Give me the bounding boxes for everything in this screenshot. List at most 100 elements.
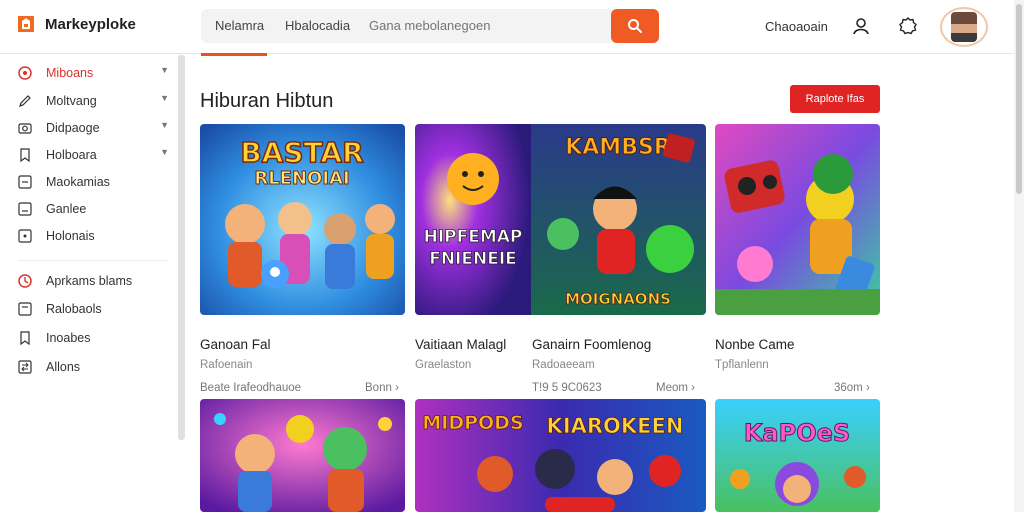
game-card[interactable]: KaPOeS — [715, 399, 880, 512]
sidebar-item-label: Maokamias — [46, 175, 110, 189]
game-card[interactable]: Nonbe Came Tpflanlenn 36om › — [715, 124, 880, 404]
game-card[interactable]: HIPFEMAP FNIENEIE KAMBSR MOIGNAONS Vaiti… — [415, 124, 706, 404]
game-thumbnail[interactable]: BASTAR RLENOIAI — [200, 124, 405, 315]
card-title[interactable]: Nonbe Came — [715, 337, 795, 352]
chevron-right-icon: › — [395, 382, 399, 394]
target-icon — [18, 66, 32, 80]
sidebar-item-3[interactable]: Didpaoge ▼ — [18, 117, 173, 139]
page-title: Hiburan Hibtun — [200, 90, 334, 112]
sidebar-item-label: Holonais — [46, 229, 95, 243]
sidebar-item-label: Holboara — [46, 148, 97, 162]
top-bar: Markeyploke Nelamra Hbalocadia Chaoaoain — [0, 0, 1024, 56]
page-scrollbar[interactable] — [1014, 0, 1024, 512]
box-icon — [18, 202, 32, 216]
chevron-down-icon: ▼ — [160, 93, 169, 103]
avatar[interactable] — [940, 7, 988, 47]
bookmark-icon — [18, 331, 32, 345]
chevron-down-icon: ▼ — [160, 147, 169, 157]
user-button[interactable] — [850, 15, 872, 37]
thumb-art-text: FNIENEIE — [429, 249, 517, 269]
sidebar-item-10[interactable]: Inoabes — [18, 327, 173, 349]
app-logo[interactable]: Markeyploke — [14, 12, 136, 36]
sidebar-item-label: Ralobaols — [46, 302, 102, 316]
game-card[interactable] — [200, 399, 405, 512]
chevron-right-icon: › — [865, 382, 870, 394]
sidebar-item-label: Didpaoge — [46, 121, 100, 135]
search-tab-2[interactable]: Hbalocadia — [285, 18, 350, 33]
sidebar-item-11[interactable]: Allons — [18, 356, 173, 378]
game-thumbnail[interactable]: HIPFEMAP FNIENEIE KAMBSR MOIGNAONS — [415, 124, 706, 315]
sidebar-item-5[interactable]: Maokamias — [18, 171, 173, 193]
sidebar-divider — [18, 260, 168, 261]
sidebar-scrollbar[interactable] — [178, 55, 185, 440]
thumb-art-text: HIPFEMAP — [424, 227, 523, 247]
search-tab-1[interactable]: Nelamra — [215, 18, 264, 33]
card-subtitle: Radoaeeam — [532, 359, 595, 371]
sidebar-item-label: Inoabes — [46, 331, 91, 345]
thumb-art-text: KAMBSR — [565, 135, 671, 160]
thumb-art-text: MIDPODS — [422, 412, 523, 434]
sidebar-item-7[interactable]: Holonais — [18, 225, 173, 247]
card-more-label: Bonn — [365, 382, 392, 394]
sidebar-item-label: Miboans — [46, 66, 94, 80]
card-subtitle: Tpflanlenn — [715, 359, 769, 371]
sidebar-item-label: Ganlee — [46, 202, 87, 216]
sidebar-item-1[interactable]: Miboans ▼ — [18, 62, 173, 84]
minus-box-icon — [18, 175, 32, 189]
user-icon — [853, 18, 869, 35]
logo-icon — [18, 16, 34, 32]
page-scrollbar-thumb[interactable] — [1016, 4, 1022, 194]
game-card[interactable]: MIDPODS KIAROKEEN — [415, 399, 706, 512]
top-nav-link[interactable]: Chaoaoain — [765, 19, 828, 34]
sidebar-item-2[interactable]: Moltvang ▼ — [18, 90, 173, 112]
game-thumbnail[interactable] — [715, 124, 880, 315]
gear-icon — [899, 17, 917, 35]
thumb-art-text: BASTAR — [240, 136, 363, 169]
cta-button[interactable]: Raplote Ifas — [790, 85, 880, 113]
search-input[interactable] — [369, 18, 599, 33]
sidebar-item-label: Moltvang — [46, 94, 97, 108]
thumb-art-text: KaPOeS — [744, 419, 850, 447]
search-icon — [628, 19, 642, 33]
game-card[interactable]: BASTAR RLENOIAI Ganoan Fal Rafoenain Bea… — [200, 124, 405, 404]
card-more-link[interactable]: Meom › — [656, 382, 695, 394]
sidebar-item-label: Aprkams blams — [46, 274, 133, 288]
search-bar: Nelamra Hbalocadia — [201, 9, 659, 56]
main-content: Hiburan Hibtun Raplote Ifas BASTAR RLENO… — [186, 55, 1014, 512]
swap-icon — [18, 360, 32, 374]
avatar-image — [951, 12, 977, 42]
sidebar-item-4[interactable]: Holboara ▼ — [18, 144, 173, 166]
sidebar-item-8[interactable]: Aprkams blams — [18, 270, 173, 292]
sidebar: Miboans ▼ Moltvang ▼ Didpaoge ▼ Holboara… — [0, 55, 185, 512]
bookmark-icon — [18, 148, 32, 162]
target-icon — [18, 274, 32, 288]
sidebar-item-label: Allons — [46, 360, 81, 374]
card-more-link[interactable]: 36om › — [834, 382, 870, 394]
box-icon — [18, 229, 32, 243]
chevron-right-icon: › — [691, 382, 695, 394]
pencil-icon — [18, 94, 32, 108]
thumb-art-text: RLENOIAI — [254, 168, 349, 189]
card-meta: Beate Irafeodhauoe — [200, 382, 302, 394]
chevron-down-icon: ▼ — [160, 65, 169, 75]
search-button[interactable] — [611, 9, 659, 43]
app-name: Markeyploke — [45, 15, 136, 33]
card-more-label: Meom — [656, 382, 688, 394]
thumb-art-text: KIAROKEEN — [547, 414, 684, 438]
game-thumbnail[interactable]: MIDPODS KIAROKEEN — [415, 399, 706, 512]
card-more-label: 36om — [834, 382, 863, 394]
card-title[interactable]: Ganoan Fal — [200, 337, 271, 352]
game-thumbnail[interactable] — [200, 399, 405, 512]
card-title[interactable]: Ganairn Foomlenog — [532, 337, 651, 352]
card-subtitle: Rafoenain — [200, 359, 253, 371]
card-title[interactable]: Vaitiaan Malagl — [415, 337, 506, 352]
sidebar-item-9[interactable]: Ralobaols — [18, 298, 173, 320]
camera-icon — [18, 121, 32, 135]
card-more-link[interactable]: Bonn › — [365, 382, 399, 394]
sidebar-item-6[interactable]: Ganlee — [18, 198, 173, 220]
box-icon — [18, 302, 32, 316]
settings-button[interactable] — [897, 15, 919, 37]
card-meta: T!9 5 9C0623 — [532, 382, 602, 394]
game-thumbnail[interactable]: KaPOeS — [715, 399, 880, 512]
card-subtitle: Graelaston — [415, 359, 472, 371]
